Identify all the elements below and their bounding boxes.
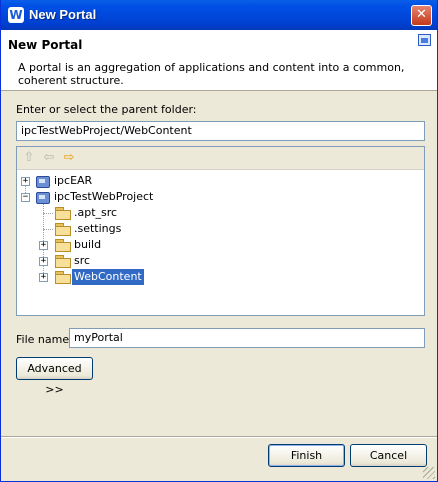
expand-icon[interactable]: + (39, 273, 48, 282)
tree-toolbar: ⇧ ⇦ ⇨ (17, 147, 424, 170)
wizard-banner-icon (418, 34, 431, 46)
window-title: New Portal (29, 7, 97, 22)
forward-icon[interactable]: ⇨ (61, 150, 77, 166)
tree-item-settings[interactable]: .settings (17, 221, 424, 237)
tree-item-label: src (74, 254, 91, 267)
expand-icon[interactable]: + (21, 177, 30, 186)
tree-item-ipctestwebproject[interactable]: − ipcTestWebProject (17, 189, 424, 205)
up-icon[interactable]: ⇧ (21, 150, 37, 166)
folder-icon (55, 239, 71, 252)
tree-item-build[interactable]: + build (17, 237, 424, 253)
web-project-icon (35, 190, 51, 204)
expand-icon[interactable]: + (39, 241, 48, 250)
finish-button[interactable]: Finish (268, 444, 345, 467)
tree-item-label: .apt_src (74, 206, 118, 219)
tree-item-label: build (74, 238, 102, 251)
folder-icon (55, 223, 71, 236)
wizard-description: A portal is an aggregation of applicatio… (18, 61, 405, 87)
button-bar-separator (1, 436, 437, 438)
parent-folder-label: Enter or select the parent folder: (16, 103, 197, 116)
new-portal-dialog: W New Portal ✕ New Portal A portal is an… (0, 0, 438, 482)
folder-icon (55, 207, 71, 220)
tree-item-label: ipcEAR (54, 174, 93, 187)
project-icon (35, 174, 51, 188)
collapse-icon[interactable]: − (21, 193, 30, 202)
tree-item-webcontent[interactable]: + WebContent (17, 269, 424, 285)
wizard-title: New Portal (8, 38, 83, 52)
tree-item-label: ipcTestWebProject (54, 190, 154, 203)
tree-item-label-selected: WebContent (72, 269, 144, 285)
close-icon: ✕ (416, 7, 427, 22)
file-name-input[interactable]: myPortal (69, 328, 425, 348)
expand-icon[interactable]: + (39, 257, 48, 266)
tree-item-apt-src[interactable]: .apt_src (17, 205, 424, 221)
tree-item-ipcear[interactable]: + ipcEAR (17, 173, 424, 189)
resize-grip[interactable] (423, 467, 435, 479)
wizard-header: New Portal A portal is an aggregation of… (1, 30, 437, 91)
file-name-label: File name: (16, 333, 73, 346)
back-icon[interactable]: ⇦ (41, 150, 57, 166)
app-icon: W (8, 7, 24, 23)
folder-icon (55, 271, 71, 284)
folder-tree[interactable]: ⇧ ⇦ ⇨ + ipcEAR − ipcTestWebProject .apt_… (16, 146, 425, 316)
tree-item-src[interactable]: + src (17, 253, 424, 269)
cancel-button[interactable]: Cancel (350, 444, 427, 467)
advanced-button[interactable]: Advanced >> (16, 357, 93, 396)
tree-item-label: .settings (74, 222, 122, 235)
parent-folder-input[interactable]: ipcTestWebProject/WebContent (16, 121, 425, 141)
title-bar[interactable]: W New Portal ✕ (1, 0, 437, 30)
close-button[interactable]: ✕ (411, 5, 432, 26)
folder-icon (55, 255, 71, 268)
